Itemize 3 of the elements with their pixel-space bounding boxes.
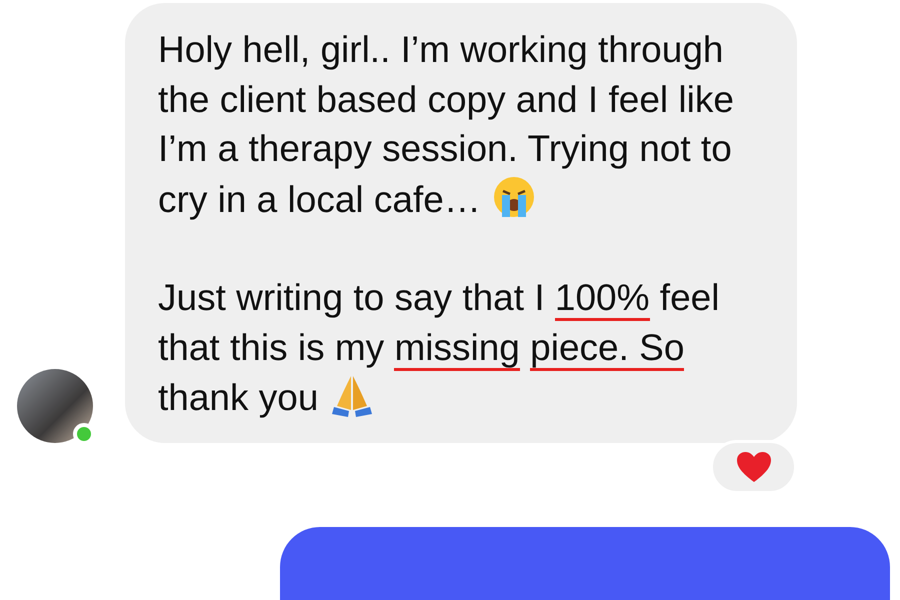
message-text: Just writing to say that I 100% feel that this is my missing piece. So thank you (158, 276, 720, 420)
message-text: Holy hell, girl.. I’m working through the client based copy and I feel like I’m a therapy session. Trying not to cry in a local cafe… (158, 28, 735, 222)
heart-icon (736, 450, 772, 482)
